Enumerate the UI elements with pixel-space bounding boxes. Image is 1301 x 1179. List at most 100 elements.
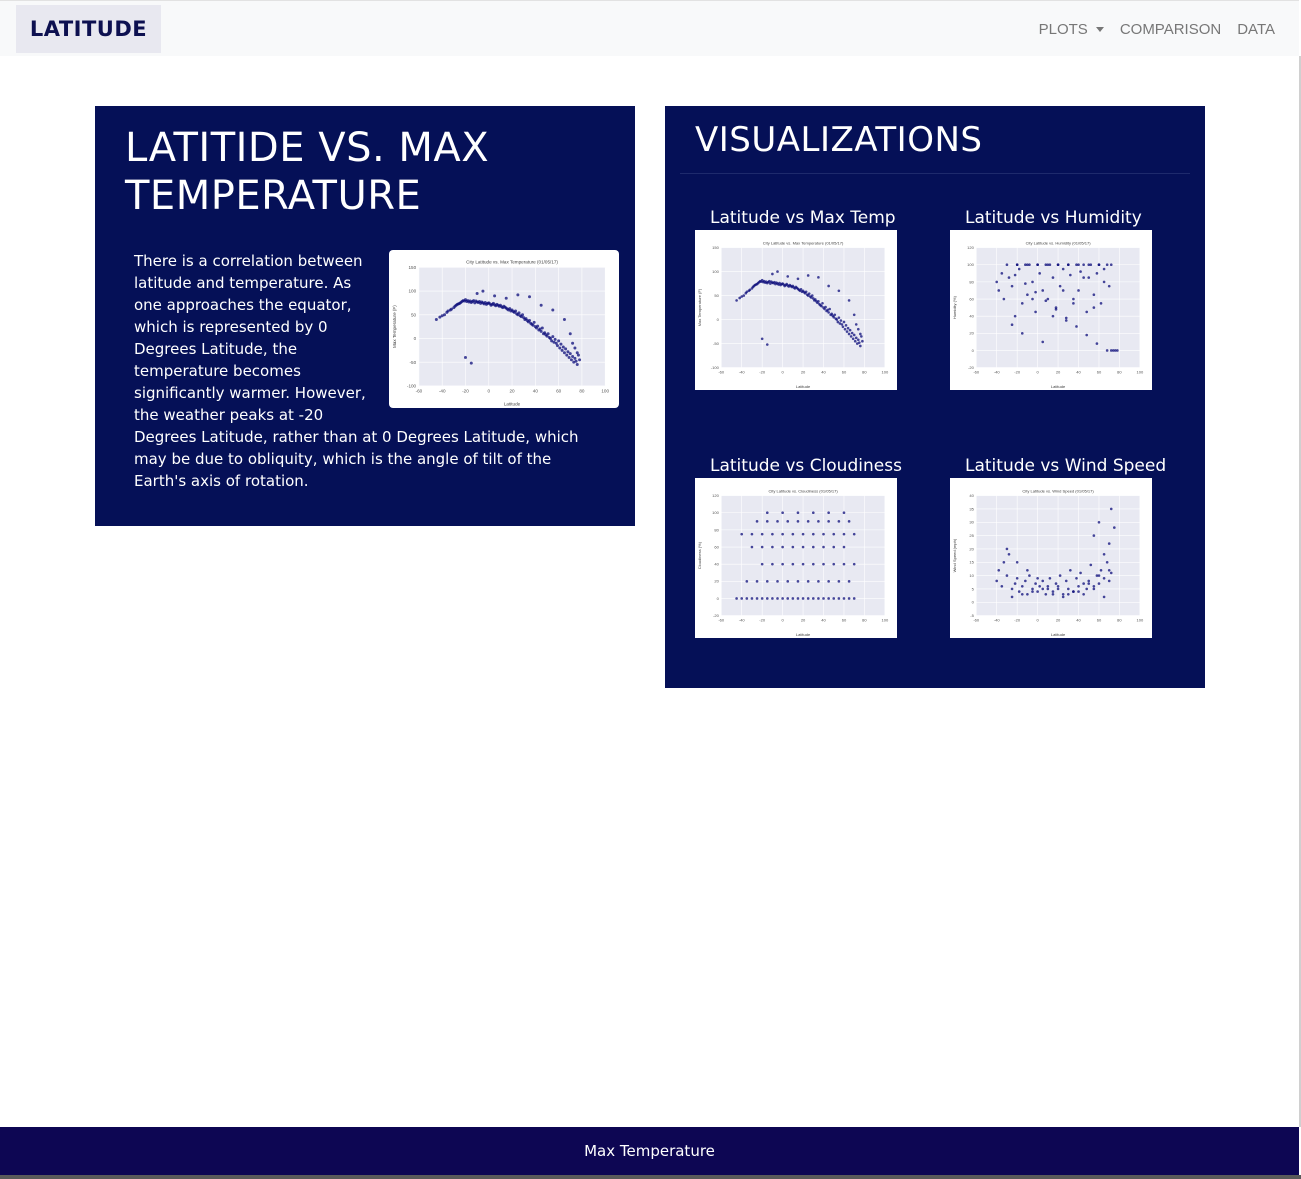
data-point	[1107, 568, 1111, 572]
data-point	[1072, 590, 1075, 593]
data-point	[575, 363, 579, 367]
data-point	[828, 307, 831, 311]
data-point	[776, 270, 779, 273]
data-point	[811, 532, 815, 536]
wind-speed-thumbnail[interactable]: -60 -40 -20 0 20 40 60 80 100-50510152025303540C…	[950, 478, 1152, 638]
data-point	[1097, 574, 1101, 577]
data-point	[1109, 571, 1113, 575]
data-point	[1010, 587, 1014, 591]
footer: Max Temperature	[0, 1127, 1299, 1175]
x-tick-label: -40	[739, 369, 746, 374]
data-point	[566, 350, 570, 354]
x-tick-label: 20	[801, 617, 806, 622]
data-point	[842, 320, 846, 324]
data-point	[1069, 273, 1072, 277]
data-point	[539, 303, 543, 307]
data-point	[791, 545, 795, 549]
data-point	[1054, 308, 1058, 311]
x-axis-label: Latitude	[504, 402, 521, 407]
x-tick-label: -60	[416, 388, 423, 393]
data-point	[827, 511, 830, 515]
data-point	[1017, 590, 1021, 593]
data-point	[791, 562, 795, 566]
brand-link[interactable]: LATITUDE	[16, 5, 161, 53]
data-point	[776, 597, 779, 600]
data-point	[1000, 584, 1004, 588]
data-point	[1051, 592, 1055, 596]
data-link[interactable]: DATA	[1237, 21, 1275, 38]
data-point	[1034, 290, 1037, 294]
data-point	[532, 320, 536, 324]
data-point	[1056, 263, 1060, 267]
data-point	[1082, 263, 1085, 267]
data-point	[1044, 299, 1048, 303]
data-point	[849, 335, 853, 338]
data-point	[1015, 263, 1019, 267]
data-point	[1099, 568, 1103, 572]
data-point	[1056, 584, 1060, 588]
top-navbar: LATITUDE PLOTS COMPARISON DATA	[0, 0, 1299, 56]
data-point	[1026, 263, 1029, 267]
data-point	[1105, 263, 1109, 267]
data-point	[776, 580, 779, 583]
plots-dropdown[interactable]: PLOTS	[1039, 21, 1104, 38]
data-point	[801, 545, 805, 549]
data-point	[1069, 568, 1072, 572]
thumb-max-temp[interactable]: Latitude vs Max Temp -60 -40 -20 0 20 40 60 80 1…	[695, 208, 925, 390]
data-point	[1107, 284, 1111, 288]
thumb-wind-speed[interactable]: Latitude vs Wind Speed -60 -40 -20 0 20 40 60 8…	[950, 456, 1180, 638]
data-point	[1020, 584, 1024, 588]
max-temp-thumbnail[interactable]: -60 -40 -20 0 20 40 60 80 100 -100 -50 0 50 100 150 Cit…	[695, 230, 897, 390]
data-point	[567, 355, 571, 359]
humidity-thumbnail[interactable]: -60 -40 -20 0 20 40 60 80 100 -20 0 20 40 60 80 100 120 C…	[950, 230, 1152, 390]
data-point	[514, 309, 518, 313]
x-tick-label: 0	[1036, 617, 1039, 622]
data-point	[859, 344, 862, 348]
data-point	[558, 346, 562, 350]
y-tick-label: 100	[712, 269, 719, 274]
data-point	[1005, 574, 1009, 577]
data-point	[1026, 568, 1029, 572]
y-tick-label: -20	[968, 365, 975, 370]
x-tick-label: -20	[1014, 617, 1021, 622]
x-tick-label: 80	[1117, 617, 1122, 622]
x-tick-label: 0	[1036, 369, 1039, 374]
x-tick-label: 100	[882, 617, 889, 622]
data-point	[1064, 579, 1068, 583]
data-point	[1007, 276, 1011, 279]
thumb-cloudiness[interactable]: Latitude vs Cloudiness -60 -40 -20 0 20 40 60 8…	[695, 456, 925, 638]
data-point	[856, 327, 860, 331]
data-point	[1020, 592, 1024, 596]
data-point	[847, 520, 851, 523]
x-tick-label: 80	[1117, 369, 1122, 374]
plots-label: PLOTS	[1038, 20, 1088, 38]
chart-title: City Latitude vs. Humidity (01/05/17)	[1026, 240, 1092, 245]
data-point	[995, 579, 999, 583]
data-point	[858, 341, 861, 344]
data-point	[561, 345, 565, 349]
thumb-humidity[interactable]: Latitude vs Humidity -60 -40 -20 0 20 40 60 80 1…	[950, 208, 1180, 390]
data-point	[1010, 323, 1014, 327]
data-point	[832, 597, 836, 600]
data-point	[1002, 297, 1006, 301]
data-point	[1056, 587, 1060, 591]
y-tick-label: 5	[972, 586, 975, 591]
data-point	[843, 327, 847, 331]
y-tick-label: 0	[717, 596, 720, 601]
comparison-link[interactable]: COMPARISON	[1120, 21, 1221, 38]
data-point	[1102, 267, 1106, 271]
main-chart: -60 -40 -20 0 20 40 60 80 100 -100 -50 0 50 100 150 Cit…	[389, 250, 619, 408]
data-point	[841, 325, 845, 329]
data-point	[833, 313, 837, 317]
data-point	[760, 337, 764, 341]
x-tick-label: -20	[759, 369, 766, 374]
cloudiness-thumbnail[interactable]: -60 -40 -20 0 20 40 60 80 100 -20 0 20 40 60 80 100 120 C…	[695, 478, 897, 638]
data-point	[827, 520, 830, 523]
data-point	[791, 532, 795, 536]
data-point	[575, 351, 579, 355]
data-point	[1085, 310, 1089, 314]
data-point	[1046, 584, 1050, 588]
data-point	[1085, 587, 1089, 591]
data-point	[852, 532, 856, 536]
data-point	[760, 562, 764, 566]
